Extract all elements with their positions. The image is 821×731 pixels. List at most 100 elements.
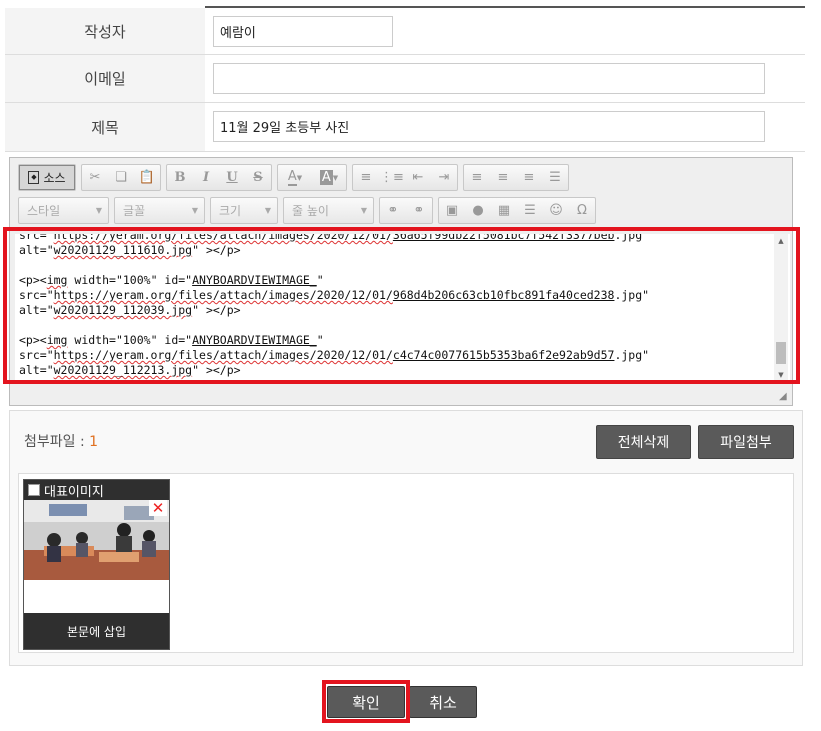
scroll-thumb[interactable]	[776, 342, 786, 364]
code-token: " ></p>	[192, 303, 241, 317]
code-token: w20201129_111610.jpg	[53, 243, 193, 257]
align-center-icon[interactable]: ≡	[490, 165, 516, 190]
attachment-label: 첨부파일 : 1	[24, 431, 98, 451]
align-left-icon[interactable]: ≡	[464, 165, 490, 190]
delete-all-button[interactable]: 전체삭제	[596, 425, 691, 459]
source-icon: ◆	[28, 171, 40, 184]
source-button[interactable]: ◆ 소스	[19, 165, 75, 190]
text-format-group: B I U S	[166, 164, 272, 191]
toolbar-row-1: ◆ 소스 ✂ ❏ 📋 B I U S A ▼ A ▼ ≡ ⋮≡ ⇤ ⇥ ≡ ≡ …	[18, 164, 569, 192]
attachment-label-text: 첨부파일 :	[24, 434, 90, 450]
code-token: c4c74c0077615b5353ba6f2e92ab9d57	[392, 348, 615, 362]
flash-icon[interactable]: ●	[465, 198, 491, 223]
main-image-checkbox[interactable]	[28, 484, 40, 496]
code-token: alt="	[19, 363, 54, 377]
source-button-label: 소스	[43, 171, 66, 185]
strikethrough-button[interactable]: S	[245, 165, 271, 190]
indent-icon[interactable]: ⇥	[431, 165, 457, 190]
align-justify-icon[interactable]: ☰	[542, 165, 568, 190]
scroll-down-icon[interactable]: ▼	[774, 368, 788, 382]
outdent-icon[interactable]: ⇤	[405, 165, 431, 190]
size-dropdown[interactable]: 크기 ▼	[210, 197, 278, 224]
font-dropdown[interactable]: 글꼴 ▼	[114, 197, 205, 224]
link-icon[interactable]: ⚭	[380, 198, 406, 223]
toolbar-row-2: 스타일 ▼ 글꼴 ▼ 크기 ▼ 줄 높이 ▼ ⚭ ⚭ ▣ ● ▦ ☰ ☺ Ω	[18, 197, 596, 225]
code-token: " ></p>	[192, 243, 241, 257]
code-token: w20201129_112213.jpg	[53, 363, 193, 377]
align-group: ≡ ≡ ≡ ☰	[463, 164, 569, 191]
title-label: 제목	[5, 103, 205, 151]
chevron-down-icon: ▼	[191, 206, 198, 215]
scroll-up-icon[interactable]: ▲	[774, 234, 788, 248]
horizontal-line-icon[interactable]: ☰	[517, 198, 543, 223]
table-icon[interactable]: ▦	[491, 198, 517, 223]
background-color-button[interactable]: A ▼	[312, 165, 346, 190]
italic-button[interactable]: I	[193, 165, 219, 190]
author-label: 작성자	[5, 8, 205, 54]
code-token: <p><	[19, 273, 47, 287]
link-group: ⚭ ⚭	[379, 197, 433, 224]
clipboard-group: ✂ ❏ 📋	[81, 164, 161, 191]
color-group: A ▼ A ▼	[277, 164, 347, 191]
unlink-icon[interactable]: ⚭	[406, 198, 432, 223]
chevron-down-icon: ▼	[95, 206, 102, 215]
list-indent-group: ≡ ⋮≡ ⇤ ⇥	[352, 164, 458, 191]
delete-attachment-icon[interactable]: ✕	[149, 499, 167, 517]
code-token: .jpg"	[614, 234, 650, 242]
chevron-down-icon: ▼	[264, 206, 271, 215]
code-line: src="https://yeram.org/files/attach/imag…	[19, 234, 786, 243]
attach-file-button[interactable]: 파일첨부	[698, 425, 794, 459]
text-color-icon: A	[287, 169, 297, 186]
cut-icon[interactable]: ✂	[82, 165, 108, 190]
code-token: ANYBOARDVIEWIMAGE_	[192, 273, 317, 287]
bold-button[interactable]: B	[167, 165, 193, 190]
email-input[interactable]	[213, 63, 765, 94]
confirm-button[interactable]: 확인	[327, 686, 405, 718]
code-token: "	[316, 333, 324, 347]
code-line: alt="w20201129_112213.jpg" ></p>	[19, 363, 786, 378]
line-height-dropdown-label: 줄 높이	[292, 204, 329, 218]
title-input[interactable]	[213, 111, 765, 142]
code-token: w20201129_112039.jpg	[53, 303, 193, 317]
code-token: https://yeram.org/files/attach/images/20…	[53, 234, 393, 242]
underline-button[interactable]: U	[219, 165, 245, 190]
code-line: alt="w20201129_112039.jpg" ></p>	[19, 303, 786, 318]
code-token: https://yeram.org/files/attach/images/20…	[53, 348, 393, 362]
insert-into-body-button[interactable]: 본문에 삽입	[24, 613, 169, 649]
bullet-list-icon[interactable]: ⋮≡	[379, 165, 405, 190]
code-token: alt="	[19, 303, 54, 317]
code-token: width="100%" id="	[67, 333, 193, 347]
resize-handle-icon[interactable]: ◢	[779, 392, 789, 402]
thumbnail-photo	[24, 500, 169, 580]
code-token: alt="	[19, 243, 54, 257]
source-code-area[interactable]: src="https://yeram.org/files/attach/imag…	[15, 234, 790, 382]
align-right-icon[interactable]: ≡	[516, 165, 542, 190]
cancel-button[interactable]: 취소	[409, 686, 477, 718]
author-row: 작성자	[5, 8, 805, 55]
title-row: 제목	[5, 103, 805, 152]
attachment-thumbnail: 대표이미지 ✕ 본문에 삽입	[23, 479, 170, 650]
code-token: "	[316, 273, 324, 287]
code-token: https://yeram.org/files/attach/images/20…	[53, 288, 393, 302]
code-token: width="100%" id="	[67, 273, 193, 287]
smiley-icon[interactable]: ☺	[543, 198, 569, 223]
code-line: src="https://yeram.org/files/attach/imag…	[19, 348, 786, 363]
attachment-panel: 첨부파일 : 1 전체삭제 파일첨부 대표이미지 ✕ 본문에 삽입	[9, 410, 803, 666]
special-char-icon[interactable]: Ω	[569, 198, 595, 223]
code-token: src="	[19, 288, 54, 302]
text-color-button[interactable]: A ▼	[278, 165, 312, 190]
author-input[interactable]	[213, 16, 393, 47]
code-scrollbar[interactable]: ▲ ▼	[774, 234, 788, 382]
rich-text-editor: ◆ 소스 ✂ ❏ 📋 B I U S A ▼ A ▼ ≡ ⋮≡ ⇤ ⇥ ≡ ≡ …	[9, 157, 793, 406]
paste-icon[interactable]: 📋	[134, 165, 160, 190]
image-icon[interactable]: ▣	[439, 198, 465, 223]
style-dropdown[interactable]: 스타일 ▼	[18, 197, 109, 224]
copy-icon[interactable]: ❏	[108, 165, 134, 190]
code-token: " ></p>	[192, 363, 241, 377]
line-height-dropdown[interactable]: 줄 높이 ▼	[283, 197, 374, 224]
code-line: src="https://yeram.org/files/attach/imag…	[19, 288, 786, 303]
numbered-list-icon[interactable]: ≡	[353, 165, 379, 190]
main-image-label: 대표이미지	[44, 484, 104, 500]
main-image-toggle[interactable]: 대표이미지	[24, 480, 169, 500]
